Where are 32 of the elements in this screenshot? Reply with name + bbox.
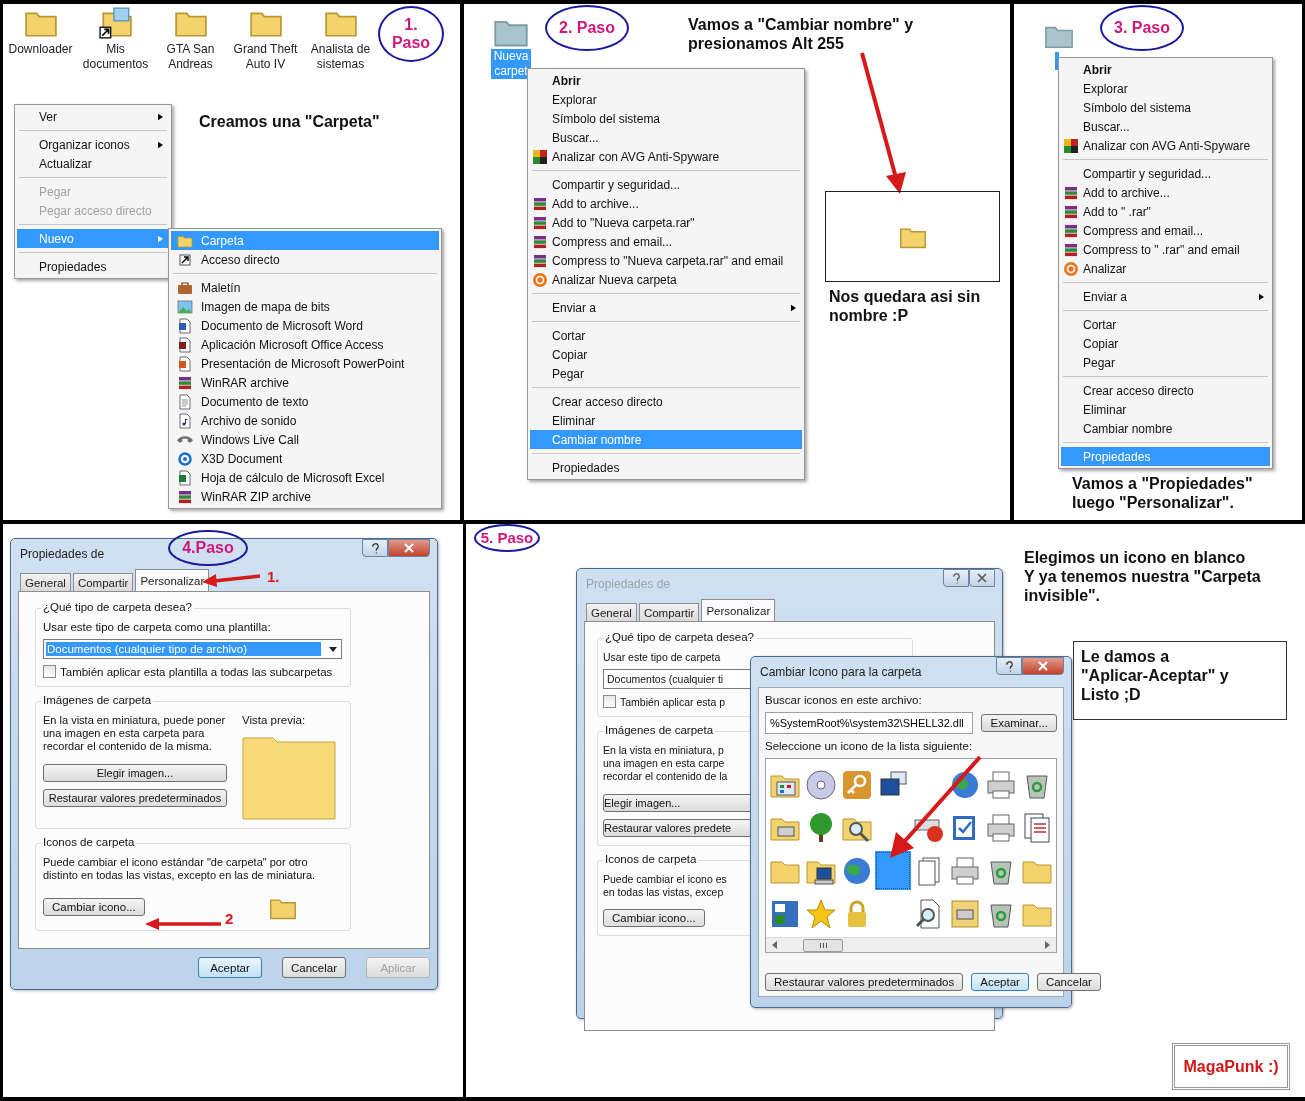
step-badge: 1. Paso	[378, 6, 444, 62]
group-title: ¿Qué tipo de carpeta desea?	[41, 601, 194, 613]
group-title: Iconos de carpeta	[41, 836, 137, 848]
annotation-number: 2	[225, 910, 234, 927]
window-title: Cambiar Icono para la carpeta	[759, 665, 922, 679]
group-title: Iconos de carpeta	[603, 853, 699, 865]
description-text: En la vista en miniatura, puede poner una imagen en esta carpeta para recordar el contenido de la misma.	[43, 714, 227, 753]
caption: Creamos una "Carpeta"	[199, 112, 380, 131]
caption: Elegimos un icono en blanco Y ya tenemos nuestra "Carpeta invisible".	[1024, 548, 1261, 605]
step-badge: 3. Paso	[1100, 5, 1184, 51]
description-text: Puede cambiar el icono estándar "de carpeta" por otro distinto en todas las vistas, excepto en las de miniatura.	[43, 856, 317, 882]
window-title: Propiedades de	[19, 547, 105, 561]
group-title: Imágenes de carpeta	[603, 724, 716, 736]
field-label: Usar este tipo de carpeta	[603, 651, 722, 663]
step-badge: 2. Paso	[545, 5, 629, 51]
caption: Vamos a "Cambiar nombre" y presionamos Alt 255	[688, 15, 914, 53]
description-text: Puede cambiar el icono es en todas las vistas, excep	[603, 873, 727, 899]
field-label: Usar este tipo de carpeta como una plantilla:	[43, 621, 272, 633]
note-box: Le damos a "Aplicar-Aceptar" y Listo ;D	[1073, 641, 1287, 720]
group-title: ¿Qué tipo de carpeta desea?	[603, 631, 756, 643]
field-label: Buscar iconos en este archivo:	[765, 694, 923, 706]
caption: Vamos a "Propiedades" luego "Personalizar".	[1072, 474, 1253, 512]
caption: Nos quedara asi sin nombre :P	[829, 287, 981, 325]
step-badge: 4.Paso	[168, 530, 248, 566]
step-badge: 5. Paso	[474, 524, 540, 552]
signature: MagaPunk :)	[1172, 1043, 1290, 1090]
description-text: En la vista en miniatura, p una imagen en esta carpe recordar el contenido de la	[603, 744, 728, 783]
group-title: Imágenes de carpeta	[41, 694, 154, 706]
field-label: Seleccione un icono de la lista siguiente:	[765, 740, 974, 752]
annotation-number: 1.	[267, 568, 280, 585]
preview-label: Vista previa:	[242, 714, 307, 726]
window-title: Propiedades de	[585, 577, 671, 591]
